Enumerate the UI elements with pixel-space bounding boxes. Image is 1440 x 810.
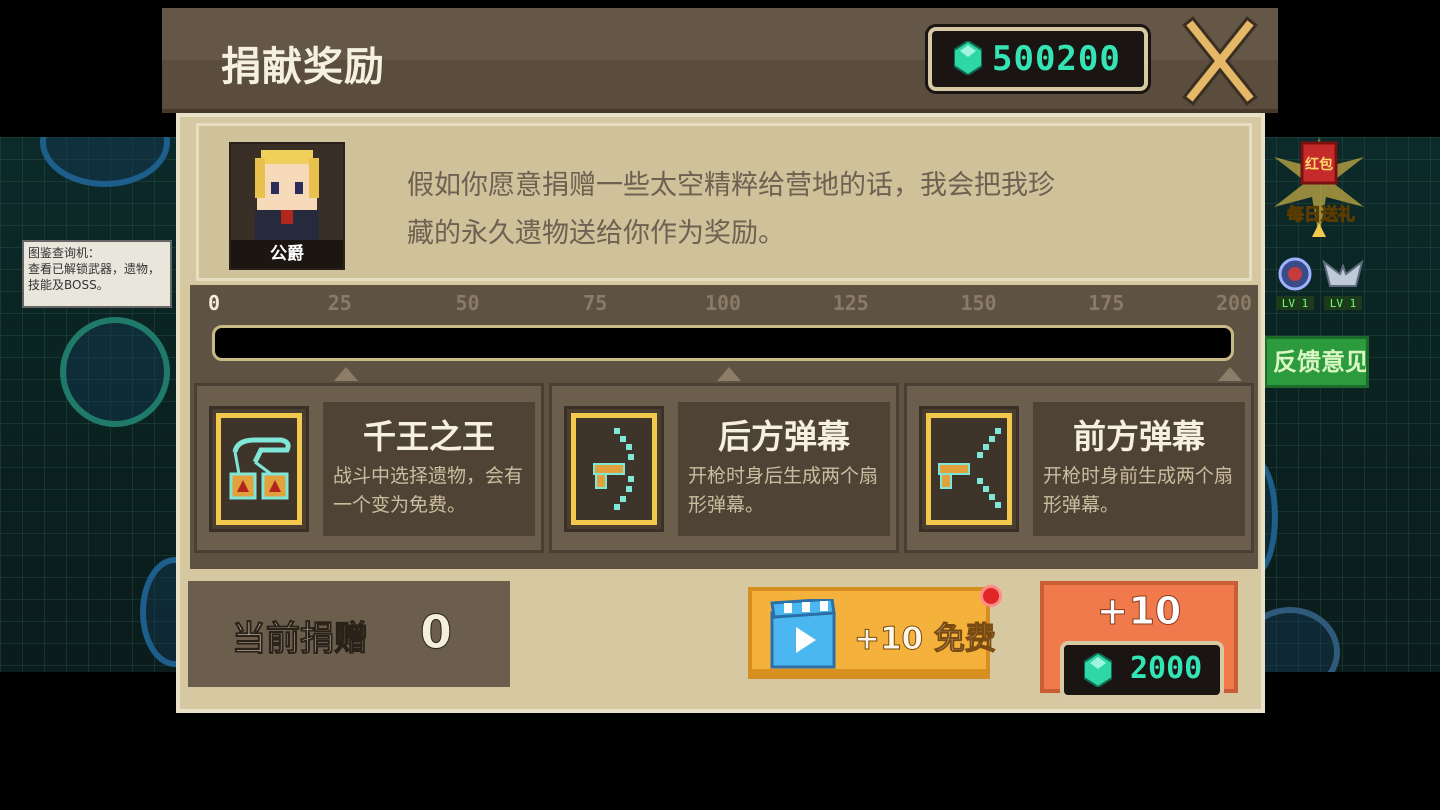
winged-helmet-icon[interactable]: LV 1 xyxy=(1320,252,1366,312)
video-clapper-icon xyxy=(770,599,836,669)
gift-badge-text: 红包 xyxy=(1305,156,1333,173)
npc-portrait: 公爵 xyxy=(229,142,345,270)
progress-bar xyxy=(212,325,1234,361)
progress-tick-label: 150 xyxy=(960,291,997,315)
reward-icon-frame xyxy=(919,406,1019,532)
background-portal xyxy=(60,317,170,427)
current-donation-value: 0 xyxy=(419,605,453,660)
reward-info: 后方弹幕 开枪时身后生成两个扇形弹幕。 xyxy=(678,402,890,536)
progress-tick-label: 100 xyxy=(704,291,742,315)
daily-gift-label: 每日送礼 xyxy=(1287,205,1356,226)
progress-tick-label: 75 xyxy=(583,291,608,315)
progress-tick-label: 0 xyxy=(207,291,221,315)
current-donation-label: 当前捐赠 xyxy=(232,619,369,660)
donate-cost: 2000 xyxy=(1060,641,1224,699)
donate-amount: +10 xyxy=(1096,589,1182,634)
npc-dialogue-text: 假如你愿意捐赠一些太空精粹给营地的话，我会把我珍藏的永久遗物送给你作为奖励。 xyxy=(407,170,1055,249)
milestone-marker xyxy=(333,367,358,381)
reward-title: 后方弹幕 xyxy=(718,417,850,456)
reward-description: 开枪时身前生成两个扇形弹幕。 xyxy=(1043,465,1234,516)
gem-balance-value: 500200 xyxy=(992,39,1121,79)
daily-gift-icon[interactable]: 红包 xyxy=(1274,137,1364,247)
progress-tick-label: 200 xyxy=(1215,291,1253,315)
gun-rear-barrage-icon xyxy=(593,428,634,510)
gun-front-barrage-icon xyxy=(938,428,1001,508)
notification-dot xyxy=(980,585,1002,607)
reward-icon-frame xyxy=(564,406,664,532)
current-donation: 当前捐赠 0 xyxy=(188,581,510,687)
reward-card[interactable]: 千王之王 战斗中选择遗物，会有一个变为免费。 xyxy=(194,383,544,553)
donate-button[interactable]: +10 2000 xyxy=(1040,581,1238,699)
reward-icon-inner xyxy=(571,413,657,525)
reward-cards: 千王之王 战斗中选择遗物，会有一个变为免费。 后方弹幕 开枪时身后生成两个扇形弹… xyxy=(194,383,1254,555)
free-donate-label: +10 免费 xyxy=(854,621,997,658)
reward-title: 千王之王 xyxy=(363,417,495,456)
codex-tooltip: 图鉴查询机： 查看已解锁武器，遗物，技能及BOSS。 xyxy=(22,240,172,308)
reward-info: 千王之王 战斗中选择遗物，会有一个变为免费。 xyxy=(323,402,535,536)
progress-tick-label: 175 xyxy=(1088,291,1125,315)
gem-balance: 500200 xyxy=(928,27,1148,91)
progress-tick-label: 125 xyxy=(832,291,869,315)
npc-dialogue-box: 公爵 假如你愿意捐赠一些太空精粹给营地的话，我会把我珍藏的永久遗物送给你作为奖励… xyxy=(196,123,1252,281)
reward-icon-inner xyxy=(216,413,302,525)
reward-title: 前方弹幕 xyxy=(1073,417,1205,456)
npc-name: 公爵 xyxy=(231,240,343,268)
close-icon[interactable] xyxy=(1182,16,1258,106)
milestone-marker xyxy=(717,367,741,381)
reward-description: 开枪时身后生成两个扇形弹幕。 xyxy=(688,465,879,516)
progress-ticks: 0 25 50 75 100 125 150 175 200 xyxy=(190,291,1258,317)
reward-description: 战斗中选择遗物，会有一个变为免费。 xyxy=(333,465,524,516)
reward-icon-frame xyxy=(209,406,309,532)
astronaut-skin-icon[interactable]: LV 1 xyxy=(1272,252,1318,312)
reward-card[interactable]: 后方弹幕 开枪时身后生成两个扇形弹幕。 xyxy=(549,383,899,553)
gem-icon xyxy=(1084,653,1112,687)
progress-tick-label: 25 xyxy=(327,291,352,315)
donate-cost-value: 2000 xyxy=(1130,651,1203,686)
reward-card[interactable]: 前方弹幕 开枪时身前生成两个扇形弹幕。 xyxy=(904,383,1254,553)
level-badge: LV 1 xyxy=(1330,297,1357,310)
level-badge: LV 1 xyxy=(1282,297,1309,310)
dialog-header: 捐献奖励 500200 xyxy=(162,8,1278,113)
reward-info: 前方弹幕 开枪时身前生成两个扇形弹幕。 xyxy=(1033,402,1245,536)
hand-with-crates-icon xyxy=(229,437,291,500)
dialog-title: 捐献奖励 xyxy=(221,44,385,90)
free-donate-button[interactable]: +10 免费 xyxy=(748,585,1002,679)
duke-avatar-icon xyxy=(255,150,319,244)
gem-icon xyxy=(954,41,982,75)
reward-icon-inner xyxy=(926,413,1012,525)
milestone-marker xyxy=(1218,367,1242,381)
donation-panel: 公爵 假如你愿意捐赠一些太空精粹给营地的话，我会把我珍藏的永久遗物送给你作为奖励… xyxy=(176,113,1265,713)
donation-progress: 0 25 50 75 100 125 150 175 200 千王之王 战斗中选… xyxy=(190,285,1258,569)
feedback-button[interactable]: 反馈意见 xyxy=(1264,336,1369,388)
progress-tick-label: 50 xyxy=(455,291,480,315)
